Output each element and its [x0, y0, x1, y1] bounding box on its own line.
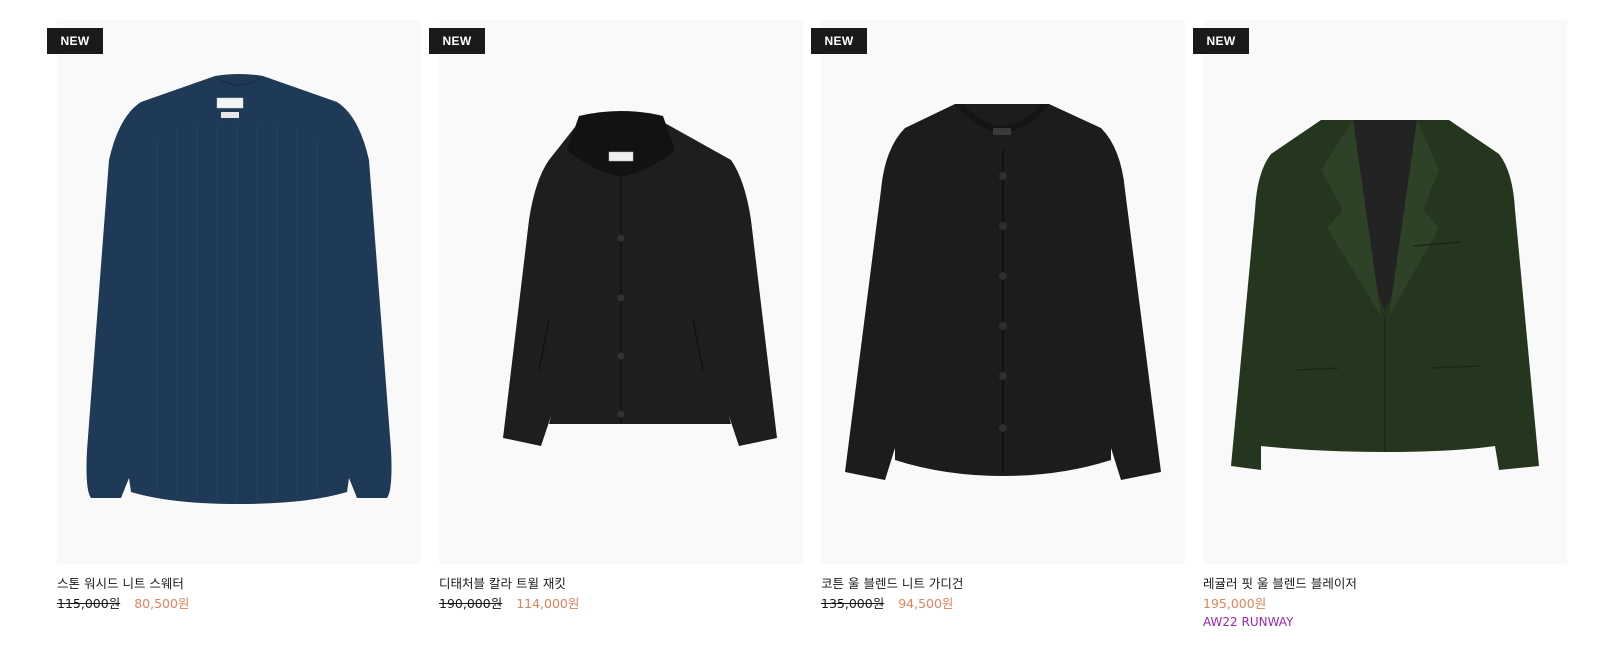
- price-row: 115,000원 80,500원: [57, 596, 411, 612]
- product-card-3[interactable]: NEW 코튼 울 블렌드 니트 가디건 135,000원 94,500원: [811, 20, 1185, 612]
- sale-price: 94,500원: [898, 596, 954, 611]
- sale-price: 114,000원: [516, 596, 580, 611]
- knit-cardigan-icon: [845, 104, 1161, 480]
- product-card-2[interactable]: NEW 디태처블 칼라 트윌 재킷 190,000원 114,000원: [429, 20, 803, 612]
- new-badge: NEW: [47, 28, 103, 54]
- original-price: 135,000원: [821, 596, 885, 611]
- product-name[interactable]: 스톤 워시드 니트 스웨터: [57, 576, 411, 592]
- sale-price: 80,500원: [134, 596, 190, 611]
- knit-sweater-icon: [86, 74, 392, 504]
- new-badge: NEW: [429, 28, 485, 54]
- original-price: 190,000원: [439, 596, 503, 611]
- product-image[interactable]: [57, 20, 421, 564]
- product-card-1[interactable]: NEW 스톤 워시드 니트 스웨터 115,000원 80,500원: [47, 20, 421, 612]
- product-image[interactable]: [821, 20, 1185, 564]
- product-card-4[interactable]: NEW 레귤러 핏 울 블렌드 블레이저 195,000원 AW22 RUNWA…: [1193, 20, 1567, 630]
- price: 195,000원: [1203, 596, 1267, 611]
- product-name[interactable]: 디태처블 칼라 트윌 재킷: [439, 576, 793, 592]
- price-row: 135,000원 94,500원: [821, 596, 1175, 612]
- new-badge: NEW: [1193, 28, 1249, 54]
- product-image[interactable]: [1203, 20, 1567, 564]
- price-row: 195,000원: [1203, 596, 1557, 612]
- collection-tag: AW22 RUNWAY: [1203, 615, 1294, 629]
- price-row: 190,000원 114,000원: [439, 596, 793, 612]
- twill-jacket-icon: [503, 111, 777, 446]
- product-name[interactable]: 레귤러 핏 울 블렌드 블레이저: [1203, 576, 1557, 592]
- product-name[interactable]: 코튼 울 블렌드 니트 가디건: [821, 576, 1175, 592]
- wool-blazer-icon: [1231, 120, 1539, 470]
- product-image[interactable]: [439, 20, 803, 564]
- original-price: 115,000원: [57, 596, 121, 611]
- new-badge: NEW: [811, 28, 867, 54]
